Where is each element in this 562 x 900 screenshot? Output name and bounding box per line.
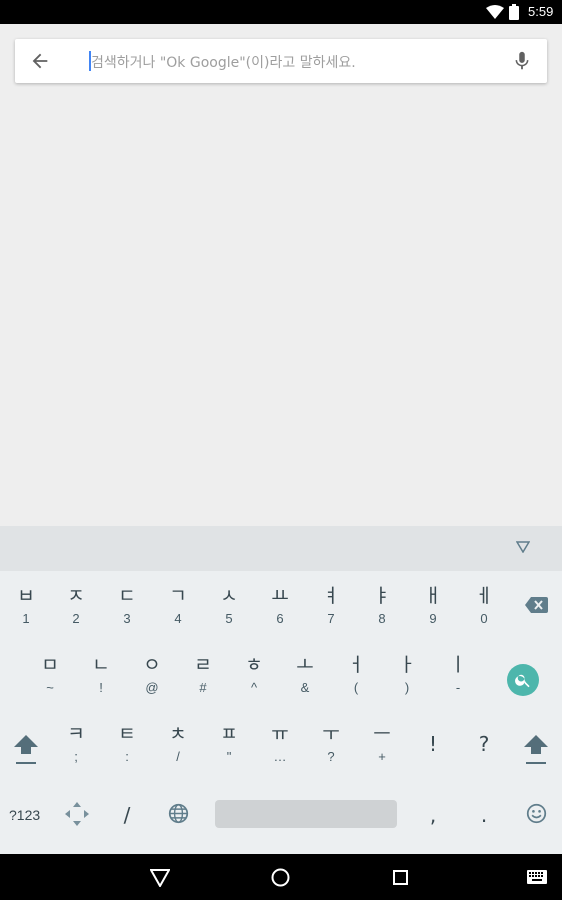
back-arrow-icon[interactable]	[29, 50, 51, 72]
key[interactable]: ㅋ;	[56, 723, 96, 765]
key[interactable]: ㅂ1	[6, 585, 46, 627]
recents-icon[interactable]	[393, 870, 408, 885]
key[interactable]: ㅓ(	[336, 654, 376, 696]
key[interactable]: ㅏ)	[387, 654, 427, 696]
key[interactable]: !	[413, 733, 453, 755]
key[interactable]: ㅡ +	[362, 723, 402, 765]
key[interactable]: ㅌ:	[107, 723, 147, 765]
key[interactable]: ㅅ5	[209, 585, 249, 627]
key[interactable]: ㅊ /	[158, 723, 198, 765]
slash-key[interactable]: /	[107, 804, 147, 826]
key[interactable]: ㅑ8	[362, 585, 402, 627]
search-icon	[515, 674, 530, 688]
globe-icon[interactable]	[168, 803, 189, 824]
search-bar: 검색하거나 "Ok Google"(이)라고 말하세요.	[15, 39, 547, 83]
key[interactable]: ㅜ?	[311, 723, 351, 765]
key[interactable]: ㅁ ~	[30, 654, 70, 696]
keyboard-suggestion-strip	[0, 526, 562, 571]
key[interactable]: ㄷ3	[107, 585, 147, 627]
navigation-bar	[0, 854, 562, 900]
key[interactable]: ㄹ #	[183, 654, 223, 696]
collapse-keyboard-icon[interactable]	[516, 541, 530, 553]
key[interactable]: ㅣ-	[438, 654, 478, 696]
battery-icon	[509, 4, 519, 20]
search-key-button[interactable]	[507, 664, 539, 696]
back-icon[interactable]	[150, 869, 170, 887]
space-bar[interactable]	[215, 800, 397, 828]
status-bar: 5:59	[0, 0, 562, 24]
shift-left-icon[interactable]	[14, 735, 38, 765]
key[interactable]: ㅔ0	[464, 585, 504, 627]
search-input[interactable]: 검색하거나 "Ok Google"(이)라고 말하세요.	[91, 52, 356, 72]
keyboard: ㅂ1 ㅈ2 ㄷ3 ㄱ4 ㅅ5 ㅛ6 ㅕ7 ㅑ8 ㅐ9 ㅔ0 ㅁ ~ ㄴ! ㅇ @ ㄹ…	[0, 571, 562, 854]
status-time: 5:59	[528, 4, 554, 19]
shift-right-icon[interactable]	[524, 735, 548, 765]
symbols-key[interactable]: ?123	[9, 807, 40, 823]
cursor-move-icon[interactable]	[64, 801, 90, 827]
wifi-icon	[486, 5, 504, 19]
emoji-icon[interactable]	[526, 803, 547, 824]
key[interactable]: ㄴ!	[81, 654, 121, 696]
keyboard-icon[interactable]	[527, 870, 547, 884]
key[interactable]: ㅇ @	[132, 654, 172, 696]
comma-key[interactable]: ,	[413, 804, 453, 826]
key[interactable]: ㅠ…	[260, 723, 300, 765]
key[interactable]: ㅎ ^	[234, 654, 274, 696]
key[interactable]: ㄱ4	[158, 585, 198, 627]
home-icon[interactable]	[271, 868, 290, 887]
mic-icon[interactable]	[511, 50, 533, 72]
key[interactable]: ㅛ6	[260, 585, 300, 627]
key[interactable]: ?	[464, 733, 504, 755]
key[interactable]: ㅐ9	[413, 585, 453, 627]
period-key[interactable]: .	[464, 804, 504, 826]
backspace-icon[interactable]	[525, 597, 548, 613]
key[interactable]: ㅗ &	[285, 654, 325, 696]
key[interactable]: ㅍ "	[209, 723, 249, 765]
key[interactable]: ㅈ2	[56, 585, 96, 627]
key[interactable]: ㅕ7	[311, 585, 351, 627]
